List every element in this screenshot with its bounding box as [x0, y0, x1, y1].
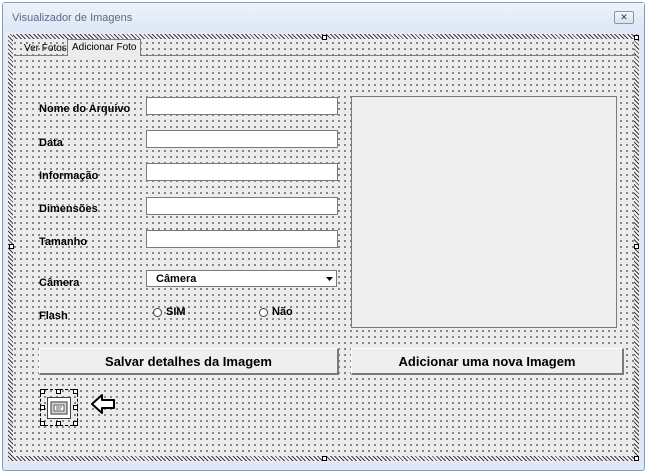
- radio-circle-icon: [153, 307, 162, 317]
- resize-handle-left-middle[interactable]: [9, 244, 14, 249]
- label-tamanho: Tamanho: [39, 236, 88, 248]
- resize-handle-top-middle[interactable]: [322, 35, 327, 40]
- tamanho-input[interactable]: [146, 230, 338, 248]
- control-handle[interactable]: [56, 421, 61, 426]
- informacao-input[interactable]: [146, 163, 338, 181]
- add-new-image-button[interactable]: Adicionar uma nova Imagem: [351, 348, 624, 375]
- title-bar: Visualizador de Imagens ✕: [3, 3, 644, 31]
- nome-arquivo-input[interactable]: [146, 97, 338, 115]
- flash-option-nao[interactable]: Não: [259, 306, 293, 318]
- left-arrow-icon: [90, 393, 116, 420]
- resize-handle-right-middle[interactable]: [634, 244, 639, 249]
- control-handle[interactable]: [56, 389, 61, 394]
- flash-option-sim[interactable]: SIM: [153, 306, 186, 318]
- label-flash: Flash: [39, 310, 68, 322]
- flash-option-nao-label: Não: [272, 306, 293, 318]
- tab-ver-fotos[interactable]: Ver Fotos: [20, 41, 71, 57]
- close-button[interactable]: ✕: [614, 11, 634, 24]
- chevron-down-icon[interactable]: [323, 272, 335, 285]
- resize-handle-bottom-right[interactable]: [634, 456, 639, 461]
- dimensoes-input[interactable]: [146, 197, 338, 215]
- command-button-icon[interactable]: [47, 397, 71, 419]
- control-handle[interactable]: [73, 405, 78, 410]
- label-dimensoes: Dimensões: [39, 203, 98, 215]
- resize-handle-bottom-middle[interactable]: [322, 456, 327, 461]
- resize-handle-top-right[interactable]: [634, 35, 639, 40]
- control-handle[interactable]: [40, 405, 45, 410]
- camera-combobox[interactable]: Câmera: [146, 270, 337, 287]
- control-handle[interactable]: [40, 389, 45, 394]
- control-handle[interactable]: [40, 421, 45, 426]
- label-informacao: Informação: [39, 170, 99, 182]
- control-handle[interactable]: [73, 389, 78, 394]
- label-camera: Câmera: [39, 277, 80, 289]
- close-icon: ✕: [620, 12, 628, 22]
- image-preview: [351, 96, 617, 328]
- radio-circle-icon: [259, 307, 268, 317]
- label-data: Data: [39, 137, 63, 149]
- flash-option-sim-label: SIM: [166, 306, 186, 318]
- label-nome-arquivo: Nome do Arquivo: [39, 103, 131, 115]
- control-handle[interactable]: [73, 421, 78, 426]
- window-title: Visualizador de Imagens: [12, 12, 133, 24]
- tab-adicionar-foto[interactable]: Adicionar Foto: [67, 39, 142, 56]
- camera-selected-value: Câmera: [156, 273, 197, 285]
- data-input[interactable]: [146, 130, 338, 148]
- save-image-details-button[interactable]: Salvar detalhes da Imagem: [39, 348, 339, 375]
